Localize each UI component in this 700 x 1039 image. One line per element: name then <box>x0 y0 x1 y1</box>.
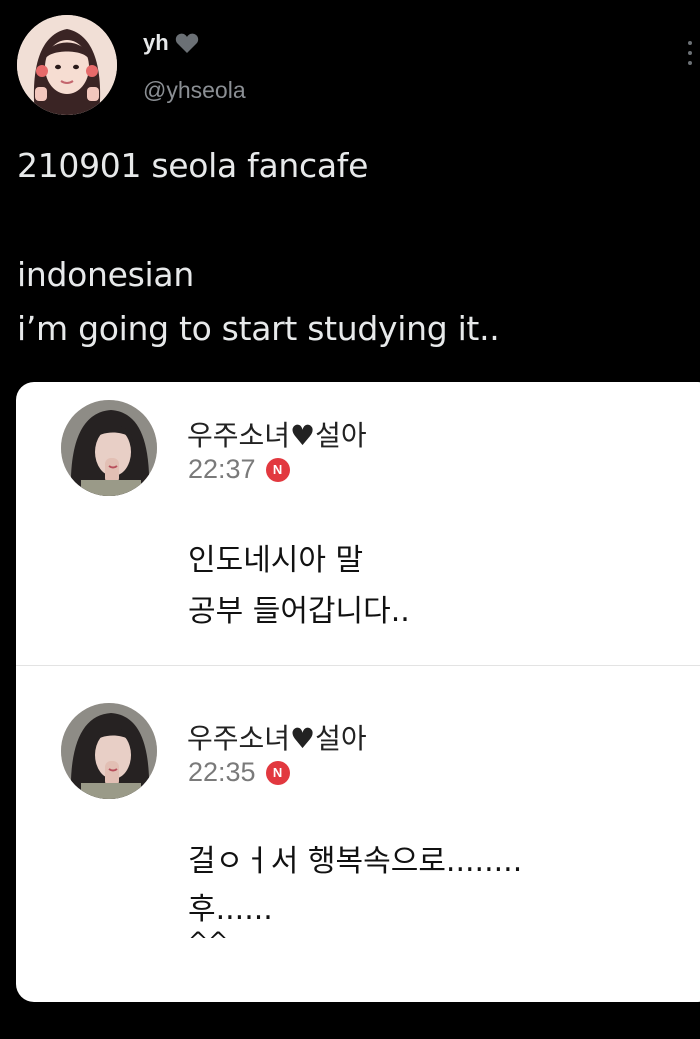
n-badge-icon: N <box>265 457 290 482</box>
post-author: 우주소녀♥설아 <box>187 419 367 452</box>
display-name[interactable]: yh <box>143 30 169 56</box>
tweet-header: yh @yhseola <box>0 0 700 130</box>
user-avatar[interactable] <box>17 15 117 115</box>
post-avatar-image <box>61 703 157 799</box>
more-vertical-icon[interactable] <box>684 38 696 68</box>
avatar-image <box>17 15 117 115</box>
post-time: 22:35 <box>188 757 256 787</box>
post-avatar-image <box>61 400 157 496</box>
post-avatar <box>61 400 157 496</box>
post-meta: 22:37 N <box>188 454 290 485</box>
tweet-text-line-2: indonesian <box>17 255 194 294</box>
post-divider <box>16 665 700 666</box>
tweet-text-line-3: i’m going to start studying it.. <box>17 309 500 348</box>
post-time: 22:37 <box>188 454 256 484</box>
n-badge-icon: N <box>265 760 290 785</box>
post-body-line: ^^ <box>188 927 229 955</box>
post-meta: 22:35 N <box>188 757 290 788</box>
post-avatar <box>61 703 157 799</box>
post-body-line: 걸ㅇㅓ서 행복속으로........ <box>188 844 523 879</box>
post-body-line: 인도네시아 말 <box>188 543 364 578</box>
tweet-text-line-1: 210901 seola fancafe <box>17 146 369 185</box>
post-body-line: 후...... <box>188 892 273 927</box>
display-name-row: yh <box>143 30 199 56</box>
heart-icon <box>175 33 198 53</box>
media-image-card[interactable]: 우주소녀♥설아 22:37 N 인도네시아 말 공부 들어갑니다.. 우주소녀♥… <box>16 382 700 1002</box>
post-body-line: 공부 들어갑니다.. <box>188 594 410 629</box>
user-handle[interactable]: @yhseola <box>143 77 246 104</box>
post-author: 우주소녀♥설아 <box>187 722 367 755</box>
